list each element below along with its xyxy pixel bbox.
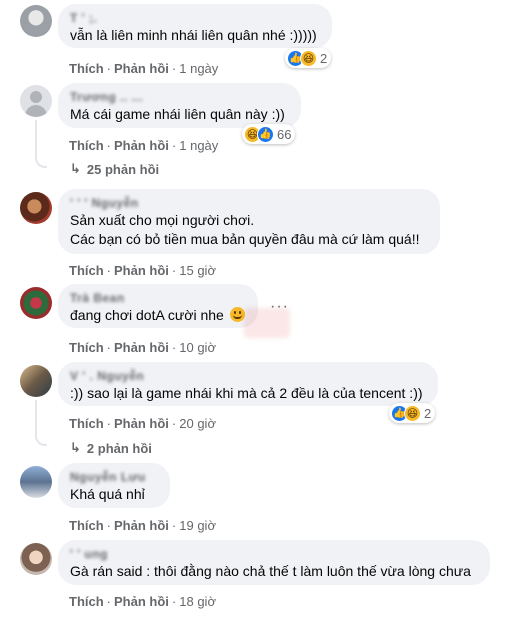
timestamp[interactable]: 1 ngày — [179, 61, 218, 76]
comment-bubble: Nguyễn Lưu Khá quá nhỉ — [58, 463, 170, 508]
like-icon: 👍 — [257, 125, 274, 143]
timestamp[interactable]: 10 giờ — [179, 340, 216, 355]
watermark — [244, 308, 290, 338]
avatar[interactable] — [20, 192, 52, 224]
comment-actions: Thích · Phản hồi · 1 ngày — [69, 138, 219, 153]
reply-button[interactable]: Phản hồi — [114, 518, 169, 533]
replies-count: 2 phản hồi — [86, 440, 152, 456]
reaction-summary[interactable]: 😆 👍 66 — [242, 124, 296, 144]
timestamp[interactable]: 20 giờ — [179, 416, 216, 431]
view-replies-link[interactable]: ↳ 2 phản hồi — [70, 440, 152, 456]
timestamp[interactable]: 15 giờ — [179, 263, 216, 278]
comment-bubble: ' ' ' Nguyễn Sản xuất cho mọi người chơi… — [58, 189, 440, 254]
comment-author[interactable]: V ' . Nguyễn — [70, 369, 426, 384]
timestamp[interactable]: 1 ngày — [179, 138, 218, 153]
comment-author[interactable]: ' ' ung — [70, 547, 478, 562]
like-button[interactable]: Thích — [69, 518, 104, 533]
comment-actions: Thích · Phản hồi · 18 giờ — [69, 594, 216, 609]
comment-author[interactable]: T ' ;. — [70, 11, 320, 26]
comment-text: Gà rán said : thôi đằng nào chả thế t là… — [70, 563, 471, 579]
reply-arrow-icon: ↳ — [70, 440, 81, 455]
reaction-summary[interactable]: 👍 😆 2 — [285, 48, 332, 68]
comment-text: :)) sao lại là game nhái khi mà cả 2 đều… — [70, 385, 423, 401]
like-button[interactable]: Thích — [69, 61, 104, 76]
comment-text: đang chơi dotA cười nhe — [70, 307, 224, 323]
view-replies-link[interactable]: ↳ 25 phản hồi — [70, 161, 159, 177]
reply-button[interactable]: Phản hồi — [114, 138, 169, 153]
thread-connector — [35, 156, 47, 168]
reaction-summary[interactable]: 👍 😆 2 — [389, 403, 436, 423]
replies-count: 25 phản hồi — [86, 161, 160, 177]
avatar[interactable] — [20, 85, 52, 117]
comment-author[interactable]: Nguyễn Lưu — [70, 470, 158, 485]
comment-text: vẫn là liên minh nhái liên quân nhé :)))… — [70, 27, 317, 43]
avatar[interactable] — [20, 287, 52, 319]
comment-bubble: Trương .. ... Má cái game nhái liên quân… — [58, 83, 301, 128]
reply-arrow-icon: ↳ — [70, 161, 81, 176]
reaction-count: 2 — [424, 405, 432, 421]
timestamp[interactable]: 19 giờ — [179, 518, 216, 533]
comment-bubble: Trà Bean đang chơi dotA cười nhe — [58, 284, 258, 328]
comment-text-line: Sản xuất cho mọi người chơi. — [70, 212, 255, 228]
comment-author[interactable]: Trà Bean — [70, 291, 246, 306]
comment-actions: Thích · Phản hồi · 15 giờ — [69, 263, 216, 278]
comment-actions: Thích · Phản hồi · 10 giờ — [69, 340, 216, 355]
like-button[interactable]: Thích — [69, 138, 104, 153]
reaction-count: 2 — [320, 50, 328, 66]
like-button[interactable]: Thích — [69, 263, 104, 278]
like-button[interactable]: Thích — [69, 416, 104, 431]
like-button[interactable]: Thích — [69, 340, 104, 355]
comment-actions: Thích · Phản hồi · 1 ngày — [69, 61, 219, 76]
comment-bubble: ' ' ung Gà rán said : thôi đằng nào chả … — [58, 540, 490, 585]
thread-line — [35, 120, 37, 158]
timestamp[interactable]: 18 giờ — [179, 594, 216, 609]
comment-bubble: T ' ;. vẫn là liên minh nhái liên quân n… — [58, 4, 332, 48]
haha-icon: 😆 — [404, 404, 421, 422]
reaction-count: 66 — [277, 126, 292, 142]
reply-button[interactable]: Phản hồi — [114, 416, 169, 431]
reply-button[interactable]: Phản hồi — [114, 263, 169, 278]
like-button[interactable]: Thích — [69, 594, 104, 609]
smiley-emoji — [229, 307, 245, 322]
thread-line — [35, 400, 37, 436]
comment-text-line: Các bạn có bỏ tiền mua bản quyền đâu mà … — [70, 231, 420, 247]
haha-icon: 😆 — [300, 49, 317, 67]
avatar[interactable] — [20, 365, 52, 397]
reply-button[interactable]: Phản hồi — [114, 340, 169, 355]
comment-actions: Thích · Phản hồi · 19 giờ — [69, 518, 216, 533]
comment-author[interactable]: Trương .. ... — [70, 90, 289, 105]
comment-author[interactable]: ' ' ' Nguyễn — [70, 196, 428, 211]
reply-button[interactable]: Phản hồi — [114, 594, 169, 609]
avatar[interactable] — [20, 5, 52, 37]
comment-text: Khá quá nhỉ — [70, 486, 145, 502]
comment-bubble: V ' . Nguyễn :)) sao lại là game nhái kh… — [58, 362, 438, 406]
thread-connector — [35, 434, 47, 446]
comment-text: Má cái game nhái liên quân này :)) — [70, 106, 285, 122]
comment-actions: Thích · Phản hồi · 20 giờ — [69, 416, 216, 431]
avatar[interactable] — [20, 466, 52, 498]
reply-button[interactable]: Phản hồi — [114, 61, 169, 76]
avatar[interactable] — [20, 543, 52, 575]
